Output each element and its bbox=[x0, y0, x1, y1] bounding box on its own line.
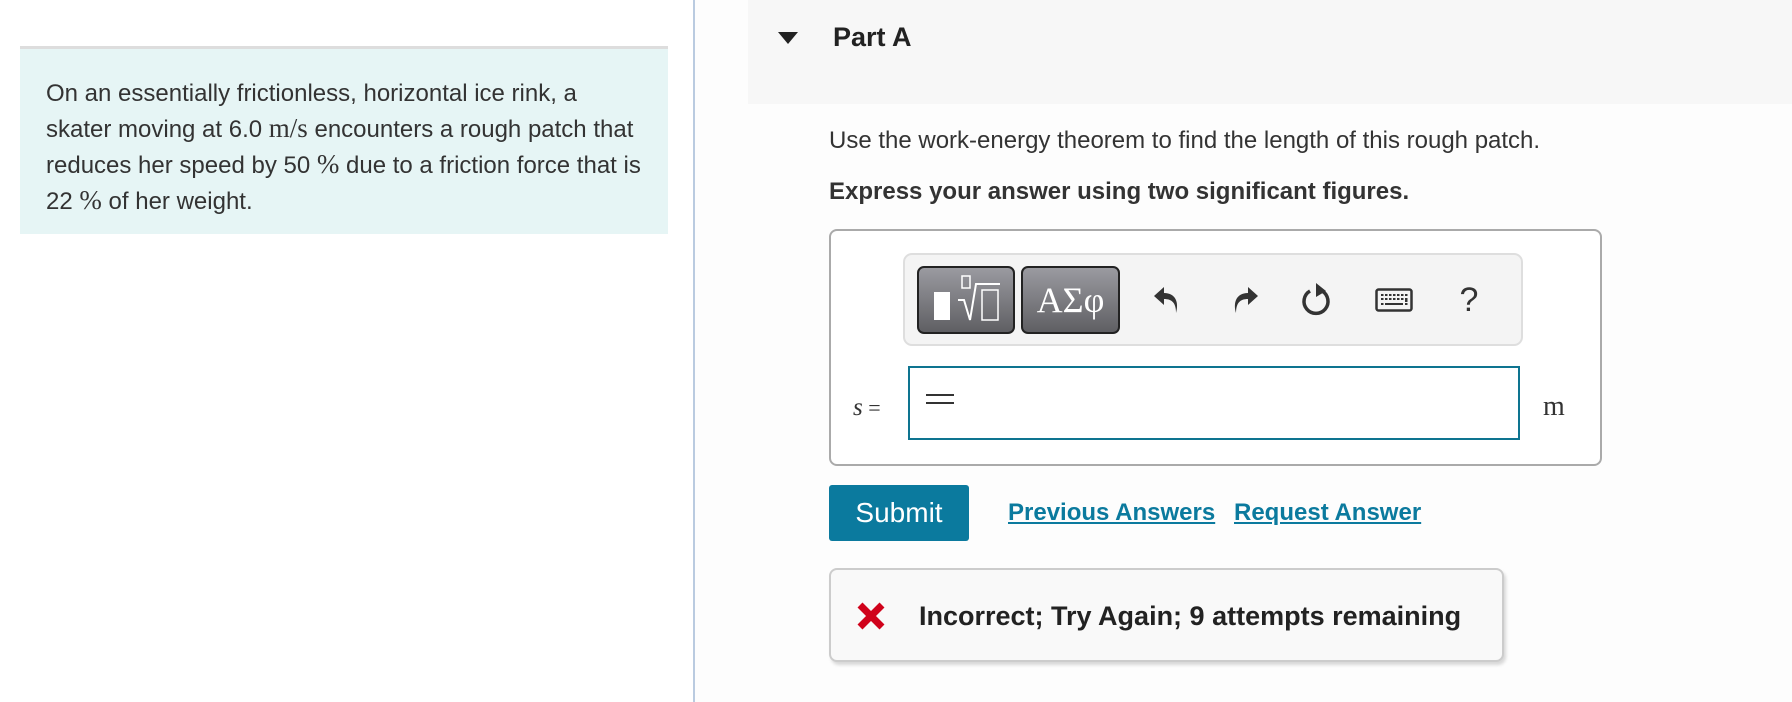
question-pane: Part A Use the work-energy theorem to fi… bbox=[695, 0, 1792, 702]
math-toolbar: ΑΣφ ? bbox=[903, 253, 1523, 346]
undo-icon[interactable] bbox=[1145, 275, 1189, 325]
help-button[interactable]: ? bbox=[1447, 275, 1491, 325]
keyboard-icon[interactable] bbox=[1372, 275, 1416, 325]
part-title: Part A bbox=[833, 22, 912, 52]
submit-button[interactable]: Submit bbox=[829, 485, 969, 541]
answer-variable-label: s = bbox=[853, 394, 881, 421]
answer-format-instruction: Express your answer using two significan… bbox=[829, 178, 1410, 205]
question-instruction: Use the work-energy theorem to find the … bbox=[829, 127, 1541, 154]
percent-sign: % bbox=[316, 149, 340, 179]
feedback-message: Incorrect; Try Again; 9 attempts remaini… bbox=[829, 568, 1504, 662]
previous-answers-link[interactable]: Previous Answers bbox=[1008, 499, 1215, 527]
problem-pane: On an essentially frictionless, horizont… bbox=[0, 0, 693, 702]
redo-icon[interactable] bbox=[1223, 275, 1267, 325]
feedback-text: Incorrect; Try Again; 9 attempts remaini… bbox=[919, 601, 1462, 631]
percent-sign: % bbox=[79, 185, 102, 215]
collapse-caret-icon[interactable] bbox=[778, 32, 798, 44]
answer-unit: m bbox=[1543, 391, 1565, 422]
speed-unit: m/s bbox=[268, 113, 308, 143]
cursor-equals-glyph bbox=[926, 394, 954, 404]
reset-icon[interactable] bbox=[1295, 275, 1339, 325]
incorrect-x-icon bbox=[857, 602, 885, 635]
templates-button[interactable] bbox=[917, 266, 1015, 334]
part-a-header[interactable]: Part A bbox=[748, 0, 1792, 104]
templates-sqrt-icon bbox=[934, 275, 1000, 321]
problem-statement: On an essentially frictionless, horizont… bbox=[20, 46, 668, 234]
answer-input[interactable] bbox=[908, 366, 1520, 440]
greek-symbols-button[interactable]: ΑΣφ bbox=[1021, 266, 1120, 334]
request-answer-link[interactable]: Request Answer bbox=[1234, 499, 1421, 527]
problem-text: On an essentially frictionless, horizont… bbox=[46, 80, 641, 215]
answer-box: ΑΣφ ? s = m bbox=[829, 229, 1602, 466]
